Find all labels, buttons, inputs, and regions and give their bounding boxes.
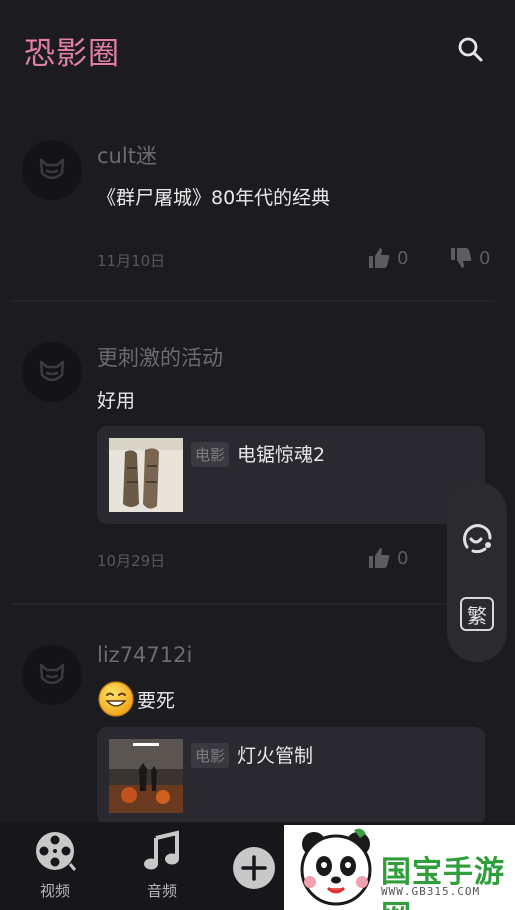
cat-mask-icon bbox=[39, 158, 65, 180]
movie-poster bbox=[109, 438, 183, 512]
nav-label: 音频 bbox=[146, 882, 177, 900]
like-button[interactable]: 0 bbox=[367, 246, 408, 270]
search-button[interactable] bbox=[455, 34, 487, 66]
post-content: 《群尸屠城》80年代的经典 bbox=[97, 187, 331, 209]
thumbs-down-icon bbox=[451, 248, 472, 268]
post-username[interactable]: liz74712i bbox=[97, 643, 192, 667]
like-button[interactable]: 0 bbox=[367, 546, 408, 570]
thumbs-up-icon bbox=[369, 248, 390, 268]
post-date: 11月10日 bbox=[97, 252, 166, 270]
app-header: 恐影圈 bbox=[0, 0, 515, 100]
music-note-icon bbox=[144, 830, 179, 870]
avatar[interactable] bbox=[22, 645, 82, 705]
post-content: 好用 bbox=[97, 390, 136, 412]
cat-mask-icon bbox=[39, 360, 65, 382]
avatar[interactable] bbox=[22, 140, 82, 200]
traditional-chinese-button[interactable]: 繁 bbox=[457, 594, 497, 634]
assistant-button[interactable] bbox=[457, 519, 497, 559]
nav-item-video[interactable]: 视频 bbox=[15, 822, 95, 910]
post-content: 要死 bbox=[137, 689, 176, 712]
post-item[interactable]: cult迷 《群尸屠城》80年代的经典 11月10日 0 0 bbox=[0, 100, 515, 300]
movie-tag: 电影 bbox=[191, 442, 230, 467]
dislike-button[interactable]: 0 bbox=[449, 246, 490, 270]
post-username[interactable]: 更刺激的活动 bbox=[97, 342, 223, 372]
nav-label: 视频 bbox=[39, 882, 70, 900]
smiley-emoji-icon bbox=[98, 681, 134, 717]
cat-mask-icon bbox=[39, 663, 65, 685]
floating-tool-panel: 繁 bbox=[447, 482, 507, 662]
post-date: 10月29日 bbox=[97, 552, 166, 570]
film-reel-icon bbox=[36, 832, 76, 871]
site-watermark: 国宝手游网 WWW.GB315.COM bbox=[284, 825, 515, 910]
avatar[interactable] bbox=[22, 342, 82, 402]
movie-card[interactable]: 电影 灯火管制 bbox=[97, 727, 485, 825]
post-item[interactable]: 更刺激的活动 好用 电影 电锯惊魂2 10月29日 0 bbox=[0, 302, 515, 602]
thumbs-up-icon bbox=[369, 548, 390, 568]
post-content-row: 要死 bbox=[97, 680, 175, 718]
plus-icon bbox=[233, 847, 275, 889]
post-username[interactable]: cult迷 bbox=[97, 140, 157, 170]
movie-title: 灯火管制 bbox=[237, 745, 314, 767]
watermark-brand: 国宝手游网 bbox=[381, 855, 505, 910]
movie-title: 电锯惊魂2 bbox=[237, 444, 326, 466]
movie-card[interactable]: 电影 电锯惊魂2 bbox=[97, 426, 485, 524]
traditional-chinese-icon: 繁 bbox=[460, 597, 494, 631]
nav-item-audio[interactable]: 音频 bbox=[122, 822, 202, 910]
post-item[interactable]: liz74712i 要死 电影 灯火管制 bbox=[0, 605, 515, 825]
search-icon bbox=[458, 37, 483, 62]
app-title: 恐影圈 bbox=[24, 36, 120, 72]
dislike-count: 0 bbox=[479, 247, 491, 269]
nav-item-add[interactable] bbox=[214, 822, 294, 910]
like-count: 0 bbox=[397, 547, 409, 569]
assistant-face-icon bbox=[463, 524, 492, 554]
panda-logo-icon bbox=[300, 828, 372, 906]
movie-tag: 电影 bbox=[191, 743, 230, 768]
watermark-url: WWW.GB315.COM bbox=[381, 885, 481, 898]
movie-poster bbox=[109, 739, 183, 813]
like-count: 0 bbox=[397, 247, 409, 269]
